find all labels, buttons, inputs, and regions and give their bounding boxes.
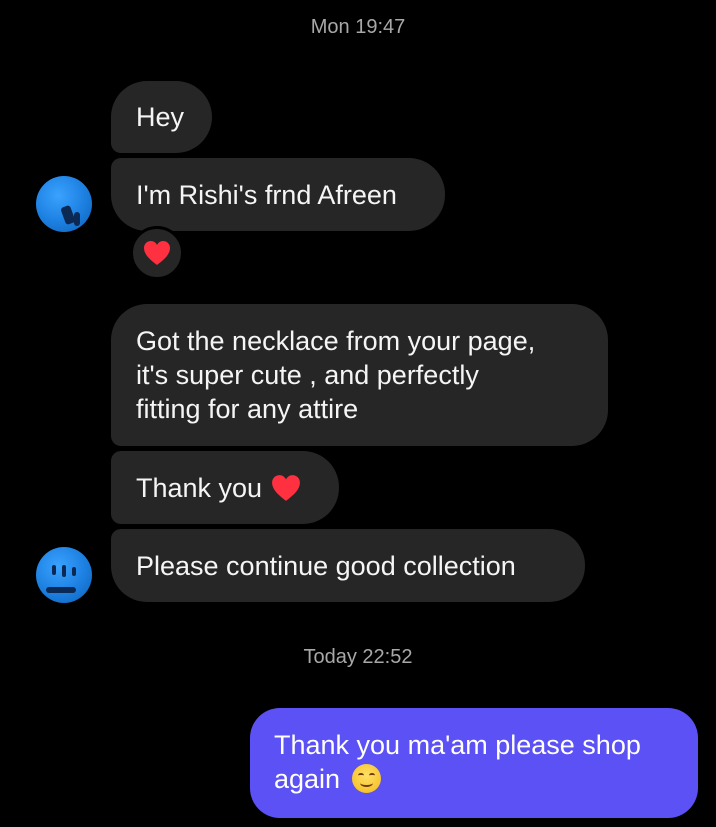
message-text-line: Got the necklace from your page, (136, 326, 536, 356)
message-text: Please continue good collection (136, 550, 516, 581)
sender-avatar[interactable] (36, 176, 92, 232)
sender-avatar[interactable] (36, 547, 92, 603)
message-text-line: again (274, 762, 674, 796)
heart-icon (272, 474, 301, 501)
timestamp-mon: Mon 19:47 (310, 16, 406, 38)
message-text-line: it's super cute , and perfectly (136, 360, 479, 390)
message-text-line: fitting for any attire (136, 394, 359, 424)
message-text: Thank you (136, 472, 263, 503)
message-bubble-continue[interactable]: Please continue good collection (111, 529, 585, 602)
avatar-mark (74, 212, 80, 226)
message-bubble-hey[interactable]: Hey (111, 81, 212, 153)
avatar-mark (46, 587, 76, 593)
message-bubble-thanks[interactable]: Thank you (111, 451, 339, 524)
message-text: Hey (136, 102, 185, 132)
avatar-mark (62, 565, 66, 577)
message-bubble-review[interactable]: Got the necklace from your page, it's su… (111, 304, 608, 446)
message-bubble-intro[interactable]: I'm Rishi's frnd Afreen (111, 158, 445, 231)
message-text: again (274, 764, 341, 794)
message-text-line: Thank you ma'am please shop (274, 730, 641, 760)
message-text: I'm Rishi's frnd Afreen (136, 179, 397, 210)
avatar-mark (52, 565, 56, 575)
heart-icon (144, 241, 170, 265)
avatar-mark (72, 567, 76, 576)
timestamp-today: Today 22:52 (303, 646, 413, 668)
message-bubble-sent-reply[interactable]: Thank you ma'am please shop again (250, 708, 698, 818)
smiling-face-icon (351, 764, 381, 793)
reaction-badge[interactable] (130, 226, 184, 280)
